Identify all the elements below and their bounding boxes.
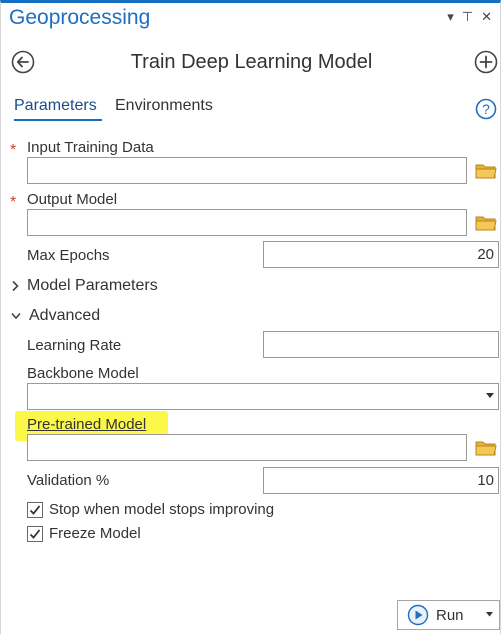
pretrained-model-field[interactable] (27, 434, 467, 461)
run-options-arrow-icon[interactable] (486, 612, 493, 617)
tab-parameters[interactable]: Parameters (14, 97, 97, 115)
tab-environments[interactable]: Environments (115, 97, 213, 115)
check-icon (29, 505, 41, 515)
input-training-data-label: Input Training Data (27, 139, 154, 156)
tool-title: Train Deep Learning Model (130, 51, 373, 73)
folder-icon[interactable] (475, 439, 497, 457)
folder-icon[interactable] (475, 162, 497, 180)
svg-text:?: ? (482, 101, 490, 117)
chevron-down-icon (11, 312, 21, 320)
backbone-model-label: Backbone Model (27, 365, 139, 382)
required-marker: * (10, 194, 17, 211)
freeze-model-checkbox[interactable] (27, 526, 43, 542)
chevron-right-icon (12, 280, 19, 292)
backbone-model-dropdown[interactable] (27, 383, 499, 410)
help-icon[interactable]: ? (475, 98, 497, 120)
input-training-data-field[interactable] (27, 157, 467, 184)
pin-button[interactable]: ⊤ (462, 9, 473, 25)
pretrained-model-label: Pre-trained Model (27, 416, 147, 433)
close-button[interactable]: ✕ (481, 9, 492, 25)
pane-title-controls: ▾ ⊤ ✕ (447, 9, 492, 25)
add-icon[interactable] (474, 50, 498, 74)
freeze-model-label[interactable]: Freeze Model (49, 525, 141, 542)
chevron-down-icon (486, 393, 494, 398)
folder-icon[interactable] (475, 214, 497, 232)
check-icon (29, 529, 41, 539)
stop-when-no-improve-checkbox[interactable] (27, 502, 43, 518)
stop-when-no-improve-label[interactable]: Stop when model stops improving (49, 501, 274, 518)
max-epochs-label: Max Epochs (27, 247, 110, 264)
required-marker: * (10, 142, 17, 159)
tab-selected-indicator (14, 119, 102, 121)
run-label: Run (436, 606, 464, 624)
learning-rate-label: Learning Rate (27, 337, 122, 354)
pane-title: Geoprocessing (9, 6, 151, 29)
output-model-field[interactable] (27, 209, 467, 236)
advanced-label: Advanced (29, 307, 101, 324)
output-model-label: Output Model (27, 191, 118, 208)
model-parameters-label: Model Parameters (27, 277, 158, 294)
model-parameters-section[interactable]: Model Parameters (11, 277, 158, 295)
play-icon (407, 604, 429, 626)
learning-rate-field[interactable] (263, 331, 499, 358)
validation-pct-field[interactable]: 10 (263, 467, 499, 494)
run-button[interactable]: Run (397, 600, 500, 630)
validation-pct-label: Validation % (27, 472, 110, 489)
advanced-section[interactable]: Advanced (11, 307, 100, 325)
geoprocessing-pane: Geoprocessing ▾ ⊤ ✕ Train Deep Learning … (0, 0, 501, 634)
max-epochs-field[interactable]: 20 (263, 241, 499, 268)
pane-menu-button[interactable]: ▾ (447, 9, 454, 25)
